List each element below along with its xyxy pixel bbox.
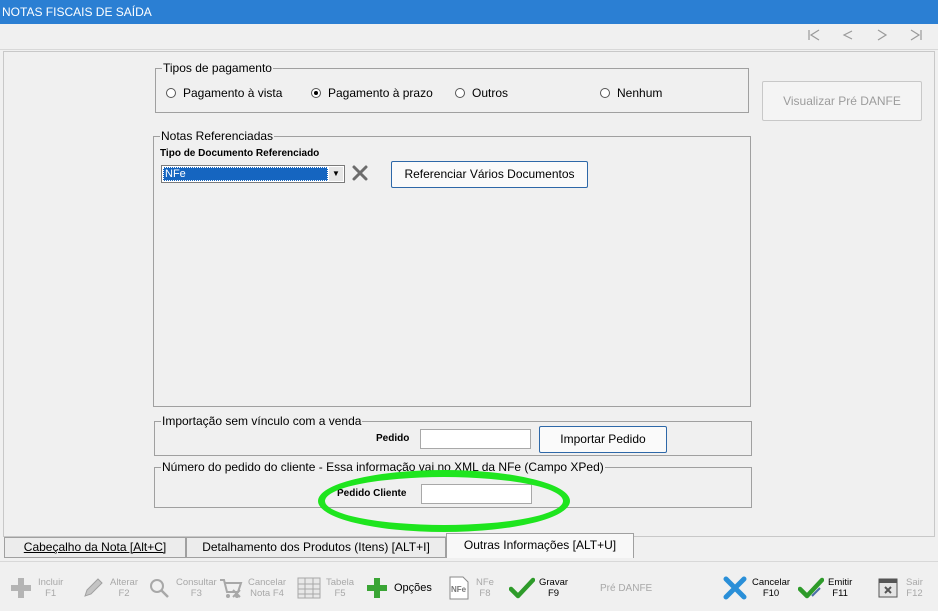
opcoes-button[interactable]: Opções bbox=[364, 572, 432, 604]
magnifier-icon bbox=[146, 575, 172, 601]
radio-label: Outros bbox=[472, 86, 509, 100]
tool-label: Alterar bbox=[110, 577, 138, 588]
tool-shortcut: F8 bbox=[479, 588, 491, 599]
record-navigation-bar bbox=[0, 24, 938, 50]
tab-label: Detalhamento dos Produtos (Itens) [ALT+I… bbox=[202, 540, 430, 554]
x-icon bbox=[722, 575, 748, 601]
pedido-input[interactable] bbox=[420, 429, 531, 449]
tool-label: Cancelar bbox=[752, 577, 791, 588]
chevron-down-icon[interactable]: ▼ bbox=[329, 167, 343, 181]
tool-shortcut: F10 bbox=[762, 588, 780, 599]
radio-label: Pagamento à prazo bbox=[328, 86, 433, 100]
radio-dot[interactable] bbox=[600, 88, 610, 98]
svg-text:NFe: NFe bbox=[451, 585, 467, 594]
tab-label: Cabeçalho da Nota [Alt+C] bbox=[23, 540, 167, 554]
radio-dot[interactable] bbox=[455, 88, 465, 98]
last-record-icon[interactable] bbox=[908, 29, 924, 43]
first-record-icon[interactable] bbox=[806, 29, 822, 43]
cart-cancel-icon bbox=[218, 575, 244, 601]
emitir-button[interactable]: Emitir F11 bbox=[798, 572, 852, 604]
radio-dot[interactable] bbox=[166, 88, 176, 98]
tool-label: Sair bbox=[906, 577, 923, 588]
alterar-button[interactable]: Alterar F2 bbox=[80, 572, 138, 604]
sair-button[interactable]: Sair F12 bbox=[876, 572, 923, 604]
tool-shortcut: F2 bbox=[118, 588, 130, 599]
tool-shortcut: F11 bbox=[832, 588, 848, 599]
importar-pedido-button[interactable]: Importar Pedido bbox=[539, 426, 667, 453]
check-icon bbox=[509, 575, 535, 601]
tab-outras-informacoes[interactable]: Outras Informações [ALT+U] bbox=[446, 533, 634, 558]
plus-green-icon bbox=[364, 575, 390, 601]
pedido-cliente-legend: Número do pedido do cliente - Essa infor… bbox=[162, 460, 604, 474]
radio-label: Nenhum bbox=[617, 86, 663, 100]
tipos-pagamento-legend: Tipos de pagamento bbox=[163, 61, 272, 75]
radio-pagamento-vista[interactable]: Pagamento à vista bbox=[166, 86, 282, 100]
radio-outros[interactable]: Outros bbox=[455, 86, 508, 100]
tool-label: Tabela bbox=[326, 577, 354, 588]
pre-danfe-button[interactable]: Pré DANFE bbox=[600, 572, 652, 604]
nfe-button[interactable]: NFe NFe F8 bbox=[446, 572, 494, 604]
tool-label: Emitir bbox=[828, 577, 853, 588]
pedido-label: Pedido bbox=[376, 433, 410, 444]
check-icon bbox=[798, 575, 824, 601]
tool-label: Cancelar bbox=[248, 577, 287, 588]
exit-icon bbox=[876, 575, 902, 601]
tipo-documento-select[interactable]: NFe ▼ bbox=[161, 165, 345, 183]
tool-shortcut: F3 bbox=[190, 588, 202, 599]
radio-pagamento-prazo[interactable]: Pagamento à prazo bbox=[311, 86, 433, 100]
previous-record-icon[interactable] bbox=[840, 29, 856, 43]
referenciar-documentos-button[interactable]: Referenciar Vários Documentos bbox=[391, 161, 588, 188]
tool-label: Gravar bbox=[539, 577, 569, 588]
incluir-button[interactable]: Incluir F1 bbox=[8, 572, 63, 604]
tool-label: Incluir bbox=[38, 577, 64, 588]
tool-label: Pré DANFE bbox=[600, 582, 653, 594]
table-icon bbox=[296, 575, 322, 601]
pedido-cliente-input[interactable] bbox=[421, 484, 532, 504]
bottom-toolbar: Incluir F1 Alterar F2 Consultar F3 Cancelar… bbox=[0, 561, 938, 611]
notas-referenciadas-legend: Notas Referenciadas bbox=[161, 129, 274, 143]
consultar-button[interactable]: Consultar F3 bbox=[146, 572, 217, 604]
tool-shortcut: F1 bbox=[45, 588, 57, 599]
nfe-document-icon: NFe bbox=[446, 575, 472, 601]
window-title: NOTAS FISCAIS DE SAÍDA bbox=[0, 0, 938, 24]
radio-label: Pagamento à vista bbox=[183, 86, 283, 100]
tab-label: Outras Informações [ALT+U] bbox=[463, 538, 617, 552]
next-record-icon[interactable] bbox=[874, 29, 890, 43]
tool-label: NFe bbox=[476, 577, 494, 588]
tool-shortcut: Nota F4 bbox=[250, 588, 284, 599]
tab-cabecalho[interactable]: Cabeçalho da Nota [Alt+C] bbox=[4, 537, 186, 558]
tab-bar: Cabeçalho da Nota [Alt+C] Detalhamento d… bbox=[0, 533, 938, 561]
tab-detalhamento[interactable]: Detalhamento dos Produtos (Itens) [ALT+I… bbox=[186, 537, 446, 558]
tool-shortcut: F12 bbox=[906, 588, 923, 599]
tool-shortcut: F9 bbox=[547, 588, 560, 599]
tool-label: Opções bbox=[394, 581, 432, 594]
radio-dot-selected[interactable] bbox=[311, 88, 321, 98]
radio-nenhum[interactable]: Nenhum bbox=[600, 86, 662, 100]
tipo-documento-value: NFe bbox=[163, 167, 328, 181]
tool-shortcut: F5 bbox=[334, 588, 346, 599]
tool-label: Consultar bbox=[176, 577, 217, 588]
plus-icon bbox=[8, 575, 34, 601]
pencil-icon bbox=[80, 575, 106, 601]
cancelar-button[interactable]: Cancelar F10 bbox=[722, 572, 790, 604]
gravar-button[interactable]: Gravar F9 bbox=[509, 572, 568, 604]
tabela-button[interactable]: Tabela F5 bbox=[296, 572, 354, 604]
importacao-legend: Importação sem vínculo com a venda bbox=[162, 414, 362, 428]
clear-x-icon[interactable] bbox=[351, 164, 369, 182]
visualizar-pre-danfe-button[interactable]: Visualizar Pré DANFE bbox=[762, 81, 922, 121]
pedido-cliente-label: Pedido Cliente bbox=[337, 488, 407, 499]
tipo-documento-label: Tipo de Documento Referenciado bbox=[160, 148, 320, 159]
cancelar-nota-button[interactable]: Cancelar Nota F4 bbox=[218, 572, 286, 604]
